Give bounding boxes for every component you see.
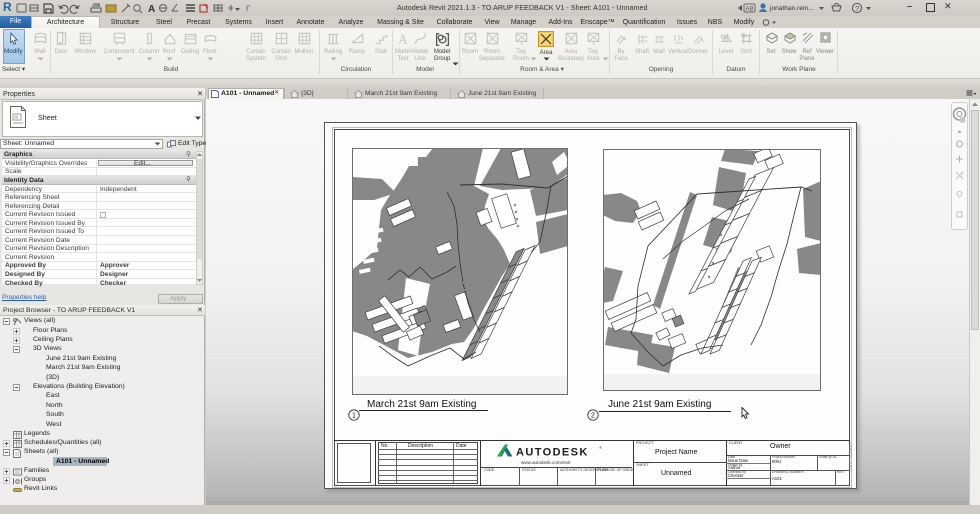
svg-text:?: ? xyxy=(855,4,859,13)
svg-text:A: A xyxy=(398,33,408,46)
svg-text:A: A xyxy=(148,4,155,14)
svg-text:AB: AB xyxy=(746,7,754,13)
svg-text:jonathan.rein...: jonathan.rein... xyxy=(769,5,814,12)
svg-text:AUTODESK: AUTODESK xyxy=(516,447,589,459)
svg-text:®: ® xyxy=(599,445,602,450)
svg-text:2: 2 xyxy=(591,413,595,420)
svg-text:1: 1 xyxy=(352,412,356,419)
